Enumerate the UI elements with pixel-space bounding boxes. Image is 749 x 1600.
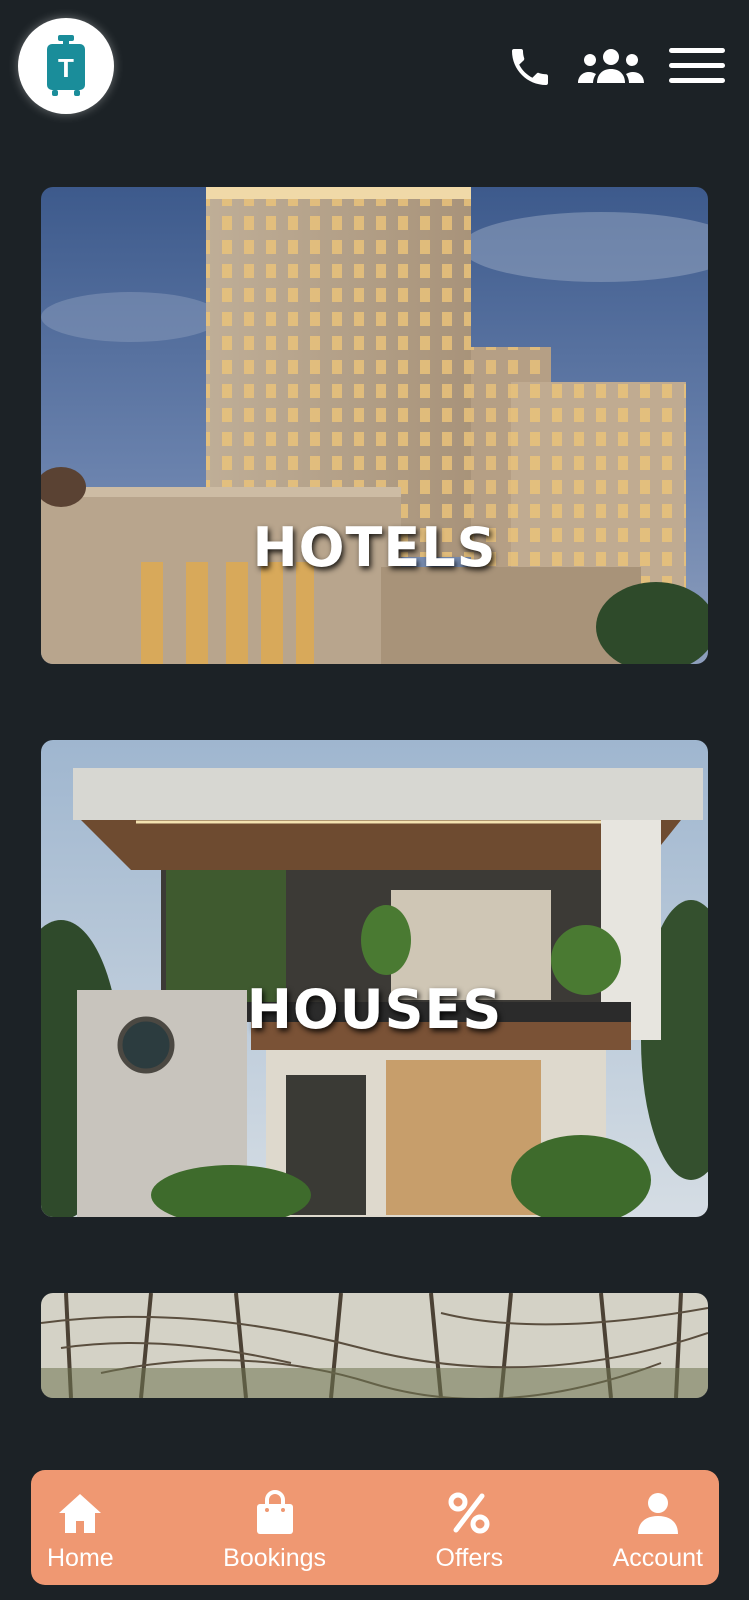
bottom-navigation: Home Bookings Offers Account <box>31 1470 719 1585</box>
nav-offers-label: Offers <box>435 1544 504 1572</box>
nav-bookings[interactable]: Bookings <box>223 1470 326 1585</box>
user-icon <box>635 1490 681 1536</box>
percent-icon <box>446 1490 492 1536</box>
home-icon <box>57 1490 103 1536</box>
phone-icon[interactable] <box>505 42 555 92</box>
nav-offers[interactable]: Offers <box>435 1470 504 1585</box>
nav-home[interactable]: Home <box>47 1470 114 1585</box>
hotels-label: HOTELS <box>252 516 497 579</box>
hotel-building-image <box>41 187 708 664</box>
houses-label: HOUSES <box>246 978 503 1041</box>
houses-card[interactable]: HOUSES <box>41 740 708 1217</box>
nav-account[interactable]: Account <box>613 1470 703 1585</box>
nav-account-label: Account <box>612 1544 703 1572</box>
suitcase-icon: T <box>47 35 85 96</box>
hamburger-menu-icon[interactable] <box>668 46 726 86</box>
app-screen: T HOTELS HOUSES Home Bookings Offers Acc… <box>0 0 749 1600</box>
app-logo[interactable]: T <box>18 18 114 114</box>
nav-bookings-label: Bookings <box>223 1544 327 1572</box>
group-icon[interactable] <box>576 46 646 86</box>
forest-image <box>41 1293 708 1398</box>
shopping-bag-icon <box>252 1490 298 1536</box>
nav-home-label: Home <box>47 1544 114 1572</box>
hotels-card[interactable]: HOTELS <box>41 187 708 664</box>
logo-letter: T <box>58 53 74 83</box>
cabins-card[interactable] <box>41 1293 708 1398</box>
